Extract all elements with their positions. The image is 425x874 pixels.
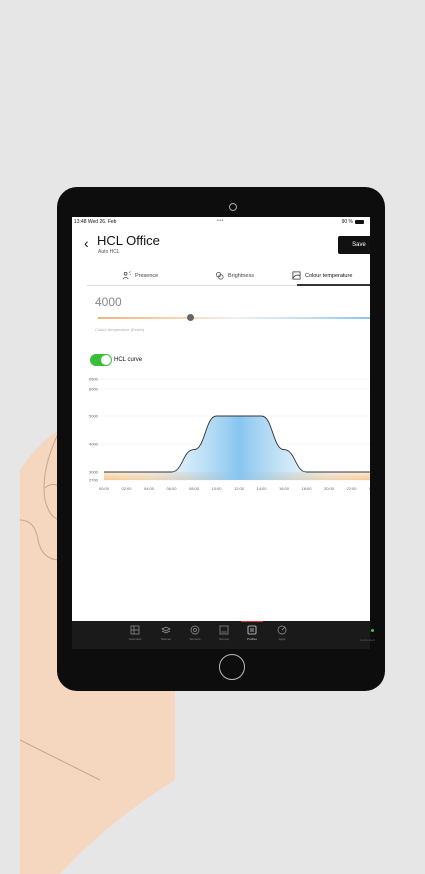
page-title: HCL Office xyxy=(97,233,160,248)
y-tick-label: 6000 xyxy=(89,387,99,392)
x-tick-label: 08:00 xyxy=(189,486,200,491)
y-tick-label: 4000 xyxy=(89,442,99,447)
x-tick-label: 20:00 xyxy=(324,486,335,491)
nav-overview-label: Overview xyxy=(128,637,142,641)
colour-temperature-icon xyxy=(292,271,301,280)
nav-apps[interactable]: Apps xyxy=(267,625,297,647)
nav-profiles[interactable]: Profiles xyxy=(237,625,267,647)
nav-groups-label: Groups xyxy=(219,637,229,641)
apps-icon xyxy=(277,625,287,635)
nav-groups[interactable]: Groups xyxy=(209,625,239,647)
profile-icon xyxy=(247,625,257,635)
app-screen: 13:48 Wed 26. Feb ••• 90 % ‹ HCL Office … xyxy=(72,217,370,649)
tab-colour-temperature[interactable]: Colour temperature xyxy=(292,266,352,285)
sensor-icon xyxy=(190,625,200,635)
home-button[interactable] xyxy=(219,654,245,680)
x-tick-label: 04:00 xyxy=(144,486,155,491)
hcl-curve-chart[interactable]: 6500 6000 5000 4000 3000 2700 00:00 02:00 04:00… xyxy=(72,372,370,522)
back-button[interactable]: ‹ xyxy=(84,235,89,251)
overview-icon xyxy=(130,625,140,635)
nav-sensors-label: Sensors xyxy=(189,637,201,641)
tab-bar: Presence Brightness Colour temperature xyxy=(87,266,370,286)
camera-icon xyxy=(229,203,237,211)
page-subtitle: Auto HCL xyxy=(98,249,120,255)
x-tick-label: 00:00 xyxy=(369,486,370,491)
brightness-icon xyxy=(215,271,224,280)
y-tick-label: 2700 xyxy=(89,478,99,483)
x-tick-label: 18:00 xyxy=(301,486,312,491)
x-tick-label: 10:00 xyxy=(211,486,222,491)
battery-label: 90 % xyxy=(341,219,353,225)
status-time: 13:48 Wed 26. Feb xyxy=(74,219,117,225)
slider-thumb[interactable] xyxy=(187,314,195,321)
tab-colour-temperature-label: Colour temperature xyxy=(305,272,353,279)
y-tick-label: 3000 xyxy=(89,470,99,475)
nav-scenes[interactable]: Scenes xyxy=(151,625,181,647)
nav-overview[interactable]: Overview xyxy=(120,625,150,647)
tab-brightness[interactable]: Brightness xyxy=(215,266,254,285)
hcl-curve-toggle[interactable] xyxy=(90,354,112,366)
cool-area-fill xyxy=(104,416,370,480)
status-bar: 13:48 Wed 26. Feb ••• 90 % xyxy=(72,217,370,227)
bottom-navigation: Overview Scenes Sensors Groups Profiles … xyxy=(72,621,375,649)
x-tick-label: 22:00 xyxy=(346,486,357,491)
nav-apps-label: Apps xyxy=(278,637,286,641)
x-tick-label: 12:00 xyxy=(234,486,245,491)
layers-icon xyxy=(161,626,171,634)
tab-presence-label: Presence xyxy=(135,272,159,279)
x-tick-label: 14:00 xyxy=(256,486,267,491)
nav-scenes-label: Scenes xyxy=(160,637,171,641)
status-dots: ••• xyxy=(217,218,224,224)
connection-label: Connected xyxy=(360,638,375,642)
x-tick-label: 06:00 xyxy=(166,486,177,491)
hcl-curve-label: HCL curve xyxy=(114,357,143,363)
y-tick-label: 6500 xyxy=(89,377,99,382)
tab-presence[interactable]: Presence xyxy=(122,266,158,285)
toggle-knob xyxy=(101,355,111,365)
active-nav-indicator xyxy=(241,621,263,622)
nav-sensors[interactable]: Sensors xyxy=(180,625,210,647)
nav-profiles-label: Profiles xyxy=(246,637,257,641)
colour-temperature-value: 4000 xyxy=(95,295,122,309)
x-tick-label: 02:00 xyxy=(121,486,132,491)
groups-icon xyxy=(219,625,229,635)
active-tab-indicator xyxy=(297,284,370,286)
tab-brightness-label: Brightness xyxy=(228,272,254,279)
y-tick-label: 5000 xyxy=(89,414,99,419)
presence-icon xyxy=(122,271,131,280)
save-button[interactable]: Save xyxy=(338,236,370,254)
x-tick-label: 16:00 xyxy=(279,486,290,491)
connection-status-dot xyxy=(371,629,374,632)
x-tick-label: 00:00 xyxy=(99,486,110,491)
battery-icon xyxy=(355,219,364,224)
battery-status: 90 % xyxy=(342,219,364,225)
slider-caption: Colour temperature (Kelvin) xyxy=(95,327,145,332)
colour-temperature-slider[interactable] xyxy=(98,317,370,319)
